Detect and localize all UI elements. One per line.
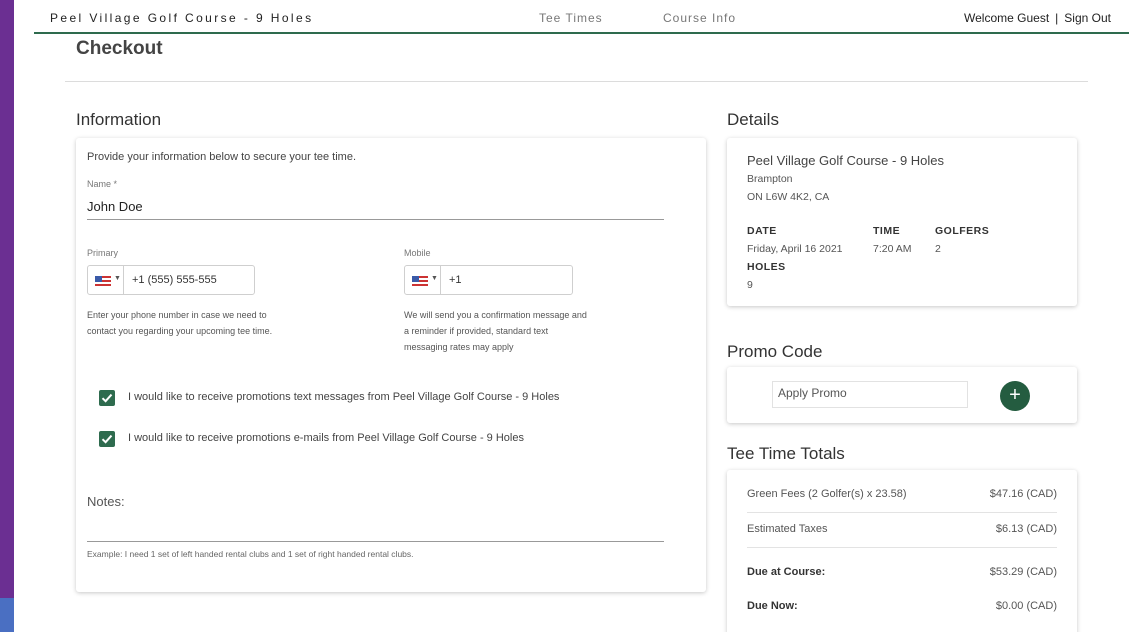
promo-email-checkbox-label: I would like to receive promotions e-mai… <box>128 432 524 444</box>
due-now-value: $0.00 (CAD) <box>995 600 1057 612</box>
left-edge-stripe <box>0 0 14 632</box>
details-course-name: Peel Village Golf Course - 9 Holes <box>747 153 945 168</box>
totals-divider <box>747 512 1057 513</box>
name-input[interactable]: John Doe <box>87 199 143 214</box>
us-flag-icon <box>412 276 428 286</box>
due-at-course-row: Due at Course: $53.29 (CAD) <box>747 566 1057 586</box>
nav-tee-times[interactable]: Tee Times <box>539 11 603 25</box>
due-at-course-label: Due at Course: <box>747 566 826 578</box>
green-fees-row: Green Fees (2 Golfer(s) x 23.58) $47.16 … <box>747 488 1057 508</box>
estimated-taxes-row: Estimated Taxes $6.13 (CAD) <box>747 523 1057 543</box>
name-underline <box>87 219 664 220</box>
due-now-row: Due Now: $0.00 (CAD) <box>747 600 1057 620</box>
left-edge-tint <box>0 598 14 632</box>
golfers-label: GOLFERS <box>935 225 990 237</box>
mobile-phone-value: +1 <box>449 274 462 286</box>
info-intro-text: Provide your information below to secure… <box>87 151 357 163</box>
primary-phone-label: Primary <box>87 248 118 258</box>
due-at-course-value: $53.29 (CAD) <box>989 566 1057 578</box>
promo-card: + <box>727 367 1077 423</box>
details-city: Brampton <box>747 173 793 185</box>
promo-heading: Promo Code <box>727 342 823 361</box>
date-value: Friday, April 16 2021 <box>747 243 843 255</box>
estimated-taxes-label: Estimated Taxes <box>747 523 828 535</box>
promo-text-checkbox[interactable] <box>99 390 115 406</box>
time-label: TIME <box>873 225 901 237</box>
notes-label: Notes: <box>87 494 125 509</box>
notes-input[interactable] <box>87 541 664 542</box>
holes-value: 9 <box>747 279 753 291</box>
apply-promo-button[interactable]: + <box>1000 381 1030 411</box>
promo-email-checkbox[interactable] <box>99 431 115 447</box>
promo-text-checkbox-label: I would like to receive promotions text … <box>128 391 560 403</box>
green-fees-value: $47.16 (CAD) <box>989 488 1057 500</box>
mobile-phone-helper: We will send you a confirmation message … <box>404 310 587 352</box>
green-fees-label: Green Fees (2 Golfer(s) x 23.58) <box>747 488 907 500</box>
notes-example-text: Example: I need 1 set of left handed ren… <box>87 549 414 559</box>
promo-code-input[interactable] <box>778 386 963 400</box>
page-title: Checkout <box>76 38 163 59</box>
time-value: 7:20 AM <box>873 243 912 255</box>
top-nav-bar: Peel Village Golf Course - 9 Holes Tee T… <box>34 0 1129 34</box>
title-divider <box>65 81 1088 82</box>
primary-phone-value: +1 (555) 555-555 <box>132 274 217 286</box>
totals-divider <box>747 547 1057 548</box>
promo-code-field[interactable] <box>772 381 968 408</box>
name-label: Name * <box>87 179 118 189</box>
primary-phone-input[interactable]: ▼ +1 (555) 555-555 <box>87 265 255 295</box>
details-heading: Details <box>727 110 779 129</box>
mobile-country-select[interactable]: ▼ <box>405 266 441 294</box>
welcome-text: Welcome Guest <box>964 11 1050 25</box>
primary-phone-helper: Enter your phone number in case we need … <box>87 310 273 336</box>
information-card: Provide your information below to secure… <box>76 138 706 592</box>
sign-out-link[interactable]: Sign Out <box>1064 11 1111 25</box>
totals-card: Green Fees (2 Golfer(s) x 23.58) $47.16 … <box>727 470 1077 632</box>
caret-down-icon: ▼ <box>431 275 438 282</box>
date-label: DATE <box>747 225 777 237</box>
user-area: Welcome Guest | Sign Out <box>964 11 1111 25</box>
user-separator: | <box>1055 11 1059 25</box>
checkmark-icon <box>101 393 113 403</box>
information-heading: Information <box>76 110 162 129</box>
brand-title[interactable]: Peel Village Golf Course - 9 Holes <box>50 11 313 25</box>
mobile-phone-input[interactable]: ▼ +1 <box>404 265 573 295</box>
nav-course-info[interactable]: Course Info <box>663 11 736 25</box>
due-now-label: Due Now: <box>747 600 798 612</box>
primary-country-select[interactable]: ▼ <box>88 266 124 294</box>
holes-label: HOLES <box>747 261 786 273</box>
golfers-value: 2 <box>935 243 941 255</box>
caret-down-icon: ▼ <box>114 275 121 282</box>
us-flag-icon <box>95 276 111 286</box>
estimated-taxes-value: $6.13 (CAD) <box>995 523 1057 535</box>
details-card: Peel Village Golf Course - 9 Holes Bramp… <box>727 138 1077 306</box>
details-province: ON L6W 4K2, CA <box>747 191 830 203</box>
checkmark-icon <box>101 434 113 444</box>
mobile-phone-label: Mobile <box>404 248 431 258</box>
totals-heading: Tee Time Totals <box>727 444 845 463</box>
